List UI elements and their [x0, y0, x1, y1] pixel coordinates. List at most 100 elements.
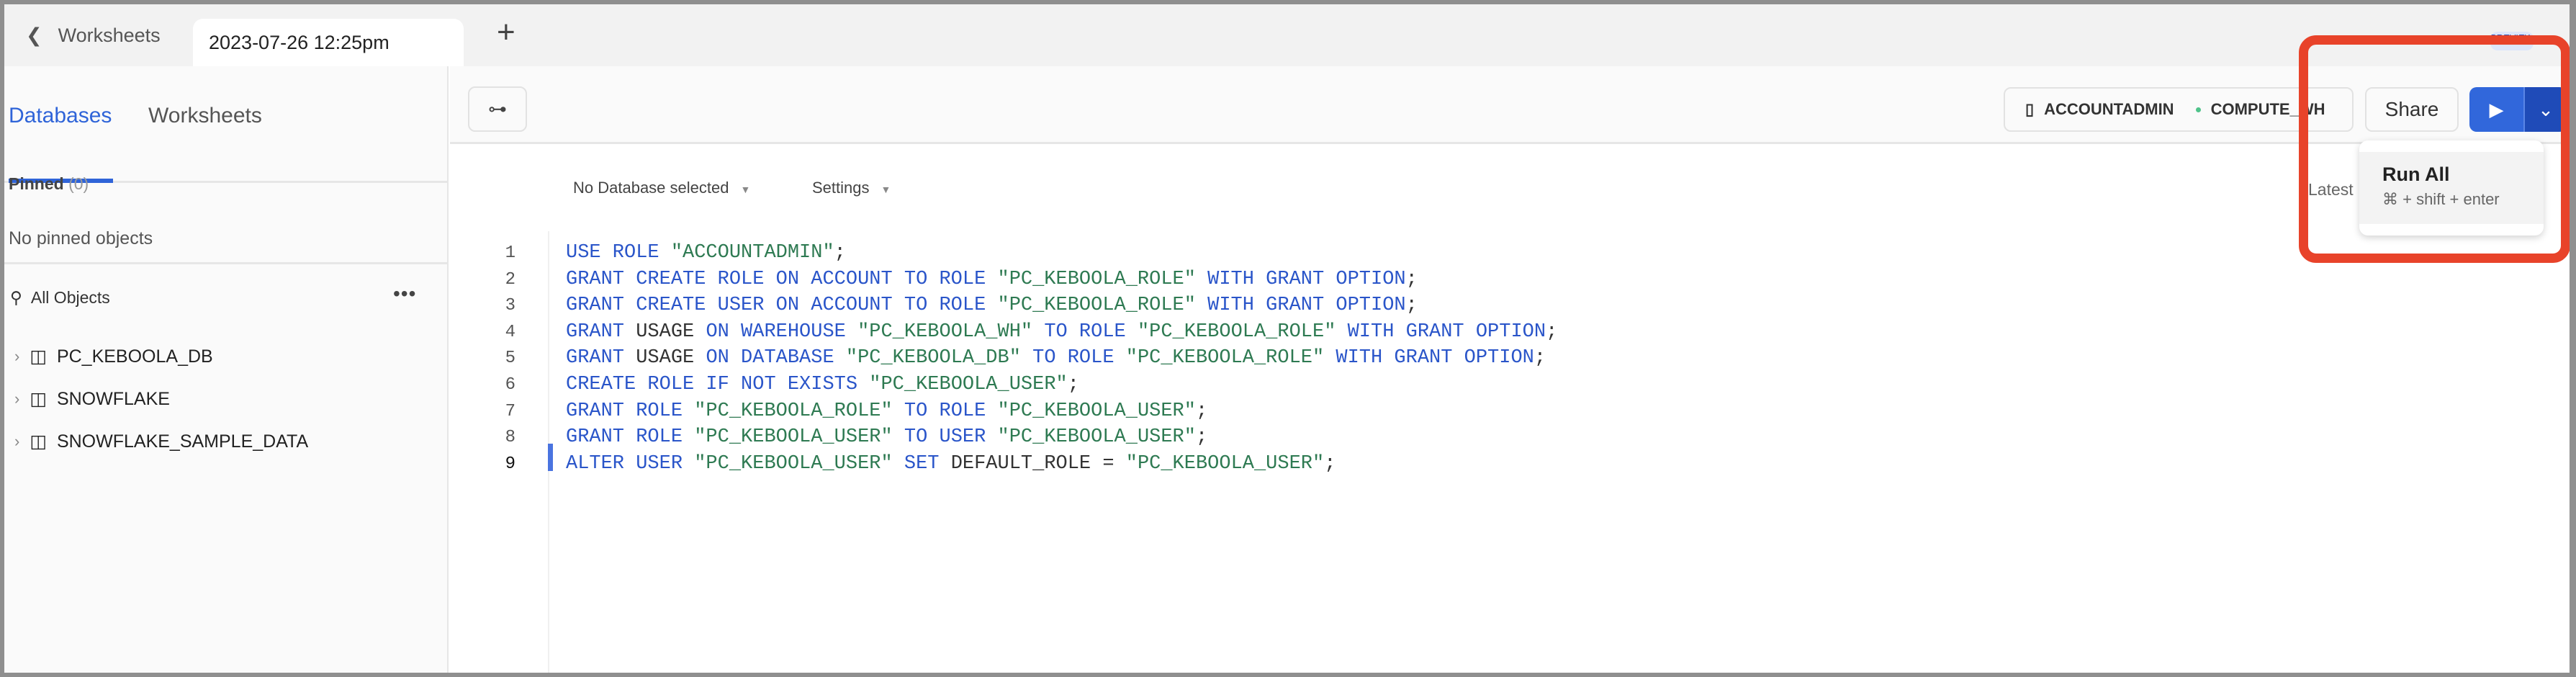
caret-down-icon: ▼ [881, 184, 891, 195]
role-label: ACCOUNTADMIN [2044, 100, 2174, 118]
code-token-kw: GRANT CREATE USER ON ACCOUNT TO ROLE [566, 295, 998, 317]
database-icon: ◫ [30, 431, 47, 452]
user-badge-icon: ▯ [2025, 100, 2035, 118]
code-token-str: "PC_KEBOOLA_USER" [869, 374, 1068, 395]
code-line[interactable]: USE ROLE "ACCOUNTADMIN"; [566, 242, 846, 264]
code-token-kw: GRANT ROLE [566, 426, 695, 449]
database-icon: ◫ [30, 389, 47, 409]
code-token-kw: USE ROLE [566, 242, 671, 264]
code-line[interactable]: GRANT ROLE "PC_KEBOOLA_USER" TO USER "PC… [566, 426, 1207, 448]
database-item[interactable]: › ◫ SNOWFLAKE_SAMPLE_DATA [14, 431, 308, 452]
code-token-str: "PC_KEBOOLA_USER" [694, 426, 893, 449]
code-token-str: "PC_KEBOOLA_WH" [857, 320, 1033, 343]
line-number: 5 [505, 349, 515, 369]
chevron-right-icon[interactable]: › [14, 347, 19, 366]
code-token-txt: ; [834, 242, 846, 264]
code-line[interactable]: ALTER USER "PC_KEBOOLA_USER" SET DEFAULT… [566, 453, 1336, 475]
code-token-str: "PC_KEBOOLA_USER" [694, 452, 893, 475]
code-token-str: "PC_KEBOOLA_DB" [845, 347, 1021, 369]
more-options-icon[interactable]: ••• [393, 282, 416, 305]
chevron-right-icon[interactable]: › [14, 432, 19, 451]
tab-databases[interactable]: Databases [9, 104, 112, 128]
code-token-str: "PC_KEBOOLA_ROLE" [1125, 347, 1325, 369]
code-token-kw: CREATE ROLE IF NOT EXISTS [566, 374, 870, 395]
code-token-kw: GRANT CREATE ROLE ON ACCOUNT TO ROLE [566, 268, 998, 290]
status-dot [2195, 107, 2201, 112]
pinned-count: (0) [68, 174, 89, 193]
database-label: SNOWFLAKE_SAMPLE_DATA [56, 431, 309, 452]
code-token-kw: TO ROLE [1020, 347, 1126, 369]
code-token-txt: USAGE [636, 320, 706, 343]
code-line[interactable]: GRANT ROLE "PC_KEBOOLA_ROLE" TO ROLE "PC… [566, 400, 1207, 422]
code-token-kw: ON WAREHOUSE [706, 320, 858, 343]
tab-worksheets[interactable]: Worksheets [148, 104, 262, 128]
database-item[interactable]: › ◫ PC_KEBOOLA_DB [14, 346, 213, 367]
search-icon: ⚲ [10, 288, 22, 307]
settings-dropdown[interactable]: Settings ▼ [812, 179, 891, 197]
current-line-marker [548, 444, 553, 471]
caret-down-icon: ▼ [740, 184, 751, 195]
database-item[interactable]: › ◫ SNOWFLAKE [14, 388, 170, 410]
database-select-label: No Database selected [573, 179, 729, 197]
code-token-txt: ; [1534, 347, 1546, 369]
code-line[interactable]: GRANT USAGE ON DATABASE "PC_KEBOOLA_DB" … [566, 347, 1546, 369]
code-token-txt: DEFAULT_ROLE = [950, 452, 1126, 475]
pinned-header: Pinned (0) [9, 174, 89, 194]
code-token-str: "PC_KEBOOLA_ROLE" [1137, 320, 1336, 343]
line-number: 9 [505, 454, 515, 474]
code-token-kw: WITH GRANT OPTION [1195, 295, 1406, 317]
back-to-worksheets[interactable]: ❮ Worksheets [26, 24, 161, 47]
line-number: 3 [505, 296, 515, 316]
code-token-str: "PC_KEBOOLA_ROLE" [997, 268, 1196, 290]
code-token-kw: GRANT [566, 320, 636, 343]
code-token-txt: ; [1067, 374, 1079, 395]
database-icon: ◫ [30, 346, 47, 367]
code-token-txt: ; [1405, 295, 1418, 317]
no-pinned-text: No pinned objects [9, 228, 153, 248]
tab-bar: ❮ Worksheets 2023-07-26 12:25pm + PREVIEW [4, 4, 2570, 66]
code-token-str: "PC_KEBOOLA_USER" [997, 426, 1196, 449]
code-token-kw: TO ROLE [1032, 320, 1138, 343]
code-line[interactable]: GRANT CREATE USER ON ACCOUNT TO ROLE "PC… [566, 295, 1418, 316]
database-label: SNOWFLAKE [56, 388, 170, 409]
filter-settings-button[interactable]: ⊶ [468, 86, 527, 132]
code-token-txt: ; [1324, 452, 1336, 475]
code-token-str: "PC_KEBOOLA_USER" [997, 400, 1196, 422]
app-window: ❮ Worksheets 2023-07-26 12:25pm + PREVIEW… [4, 4, 2570, 673]
code-token-kw: SET [892, 452, 951, 475]
worksheet-tab[interactable]: 2023-07-26 12:25pm [193, 19, 464, 66]
code-line[interactable]: CREATE ROLE IF NOT EXISTS "PC_KEBOOLA_US… [566, 374, 1079, 395]
code-token-str: "PC_KEBOOLA_USER" [1125, 452, 1325, 475]
database-selector[interactable]: No Database selected ▼ [573, 179, 750, 197]
sliders-icon: ⊶ [488, 98, 507, 120]
new-tab-button[interactable]: + [497, 14, 515, 50]
all-objects-search[interactable]: ⚲ All Objects [10, 288, 110, 308]
line-number: 2 [505, 269, 515, 290]
chevron-left-icon: ❮ [26, 24, 42, 46]
line-number: 8 [505, 428, 515, 448]
code-token-kw: ON DATABASE [706, 347, 846, 369]
all-objects-label: All Objects [30, 288, 110, 307]
code-token-kw: TO USER [892, 426, 998, 449]
database-label: PC_KEBOOLA_DB [56, 346, 213, 367]
chevron-right-icon[interactable]: › [14, 390, 19, 408]
code-line[interactable]: GRANT USAGE ON WAREHOUSE "PC_KEBOOLA_WH"… [566, 321, 1557, 343]
code-token-kw: GRANT ROLE [566, 400, 695, 422]
code-token-txt: ; [1546, 320, 1558, 343]
code-token-kw: WITH GRANT OPTION [1324, 347, 1534, 369]
settings-label: Settings [812, 179, 870, 197]
highlight-annotation-box [2299, 35, 2570, 263]
code-token-str: "ACCOUNTADMIN" [670, 242, 834, 264]
line-number: 7 [505, 401, 515, 421]
pinned-label: Pinned [9, 174, 64, 193]
line-number: 1 [505, 243, 515, 263]
code-token-txt: ; [1195, 400, 1208, 422]
editor-toolbar: ⊶ ▯ ACCOUNTADMIN COMPUTE_WH Share ▶ ⌄ [450, 66, 2570, 144]
line-number: 4 [505, 322, 515, 342]
divider [4, 262, 447, 264]
code-token-txt: ; [1195, 426, 1208, 449]
code-token-txt: ; [1405, 268, 1418, 290]
code-line[interactable]: GRANT CREATE ROLE ON ACCOUNT TO ROLE "PC… [566, 269, 1418, 290]
code-token-kw: TO ROLE [892, 400, 998, 422]
code-token-kw: WITH GRANT OPTION [1336, 320, 1546, 343]
